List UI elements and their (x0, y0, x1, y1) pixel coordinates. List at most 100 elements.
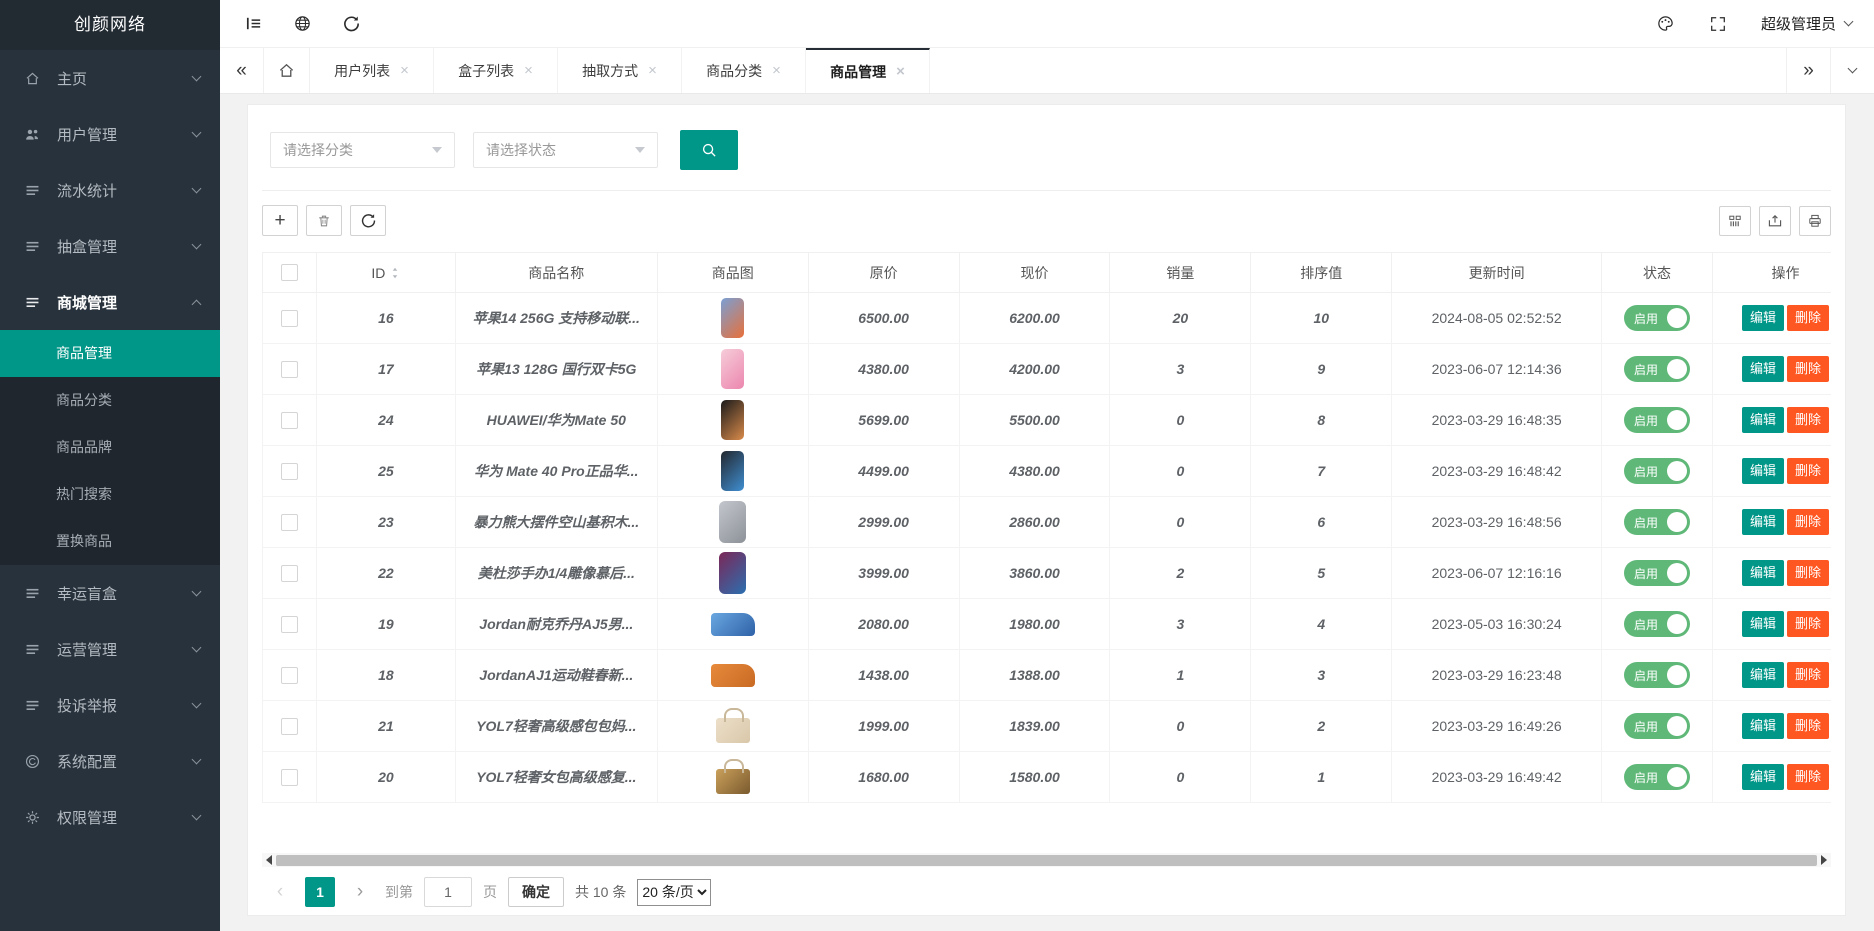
column-header[interactable]: 原价 (808, 253, 959, 293)
refresh-table-button[interactable] (350, 205, 386, 236)
scrollbar-thumb[interactable] (276, 855, 1817, 866)
status-toggle[interactable]: 启用 (1624, 662, 1690, 688)
tabs-scroll-left-button[interactable]: « (220, 48, 264, 93)
row-checkbox[interactable] (281, 310, 298, 327)
column-header[interactable]: 更新时间 (1392, 253, 1602, 293)
column-header[interactable]: 排序值 (1251, 253, 1392, 293)
status-toggle[interactable]: 启用 (1624, 458, 1690, 484)
close-icon[interactable]: × (400, 63, 409, 78)
delete-button[interactable]: 删除 (1787, 713, 1829, 739)
print-button[interactable] (1799, 206, 1831, 236)
edit-button[interactable]: 编辑 (1742, 764, 1784, 790)
row-checkbox[interactable] (281, 565, 298, 582)
tab-home[interactable] (264, 48, 310, 93)
sidebar-subitem[interactable]: 热门搜索 (0, 471, 220, 518)
sidebar-subitem[interactable]: 商品管理 (0, 330, 220, 377)
sidebar-item[interactable]: 商城管理 (0, 274, 220, 330)
next-page-button[interactable]: › (346, 877, 374, 907)
delete-button[interactable]: 删除 (1787, 662, 1829, 688)
row-checkbox[interactable] (281, 514, 298, 531)
tab-item[interactable]: 商品管理× (806, 48, 930, 93)
close-icon[interactable]: × (772, 63, 781, 78)
close-icon[interactable]: × (896, 64, 905, 79)
edit-button[interactable]: 编辑 (1742, 407, 1784, 433)
status-toggle[interactable]: 启用 (1624, 611, 1690, 637)
column-header[interactable]: 商品图 (657, 253, 808, 293)
collapse-menu-icon[interactable] (244, 14, 263, 33)
delete-button[interactable]: 删除 (1787, 458, 1829, 484)
tabs-scroll-right-button[interactable]: » (1786, 48, 1830, 93)
close-icon[interactable]: × (524, 63, 533, 78)
tabs-menu-button[interactable] (1830, 48, 1874, 93)
goto-page-input[interactable] (424, 877, 472, 907)
edit-button[interactable]: 编辑 (1742, 458, 1784, 484)
delete-button[interactable]: 删除 (1787, 407, 1829, 433)
prev-page-button[interactable]: ‹ (266, 877, 294, 907)
column-header[interactable]: 现价 (959, 253, 1110, 293)
column-header[interactable]: 商品名称 (455, 253, 657, 293)
delete-button[interactable]: 删除 (1787, 560, 1829, 586)
row-checkbox[interactable] (281, 667, 298, 684)
row-checkbox[interactable] (281, 769, 298, 786)
edit-button[interactable]: 编辑 (1742, 713, 1784, 739)
edit-button[interactable]: 编辑 (1742, 305, 1784, 331)
select-all-checkbox[interactable] (281, 264, 298, 281)
status-toggle[interactable]: 启用 (1624, 560, 1690, 586)
page-size-select[interactable]: 20 条/页 (637, 879, 711, 906)
edit-button[interactable]: 编辑 (1742, 356, 1784, 382)
search-button[interactable] (680, 130, 738, 170)
sidebar-item[interactable]: 系统配置 (0, 733, 220, 789)
confirm-button[interactable]: 确定 (508, 877, 564, 907)
tab-item[interactable]: 抽取方式× (558, 48, 682, 93)
delete-button[interactable]: 删除 (1787, 356, 1829, 382)
column-header[interactable]: 状态 (1602, 253, 1713, 293)
sidebar-item[interactable]: 用户管理 (0, 106, 220, 162)
sidebar-item[interactable]: 主页 (0, 50, 220, 106)
sidebar-item[interactable]: 幸运盲盒 (0, 565, 220, 621)
sidebar-item[interactable]: 抽盒管理 (0, 218, 220, 274)
close-icon[interactable]: × (648, 63, 657, 78)
scroll-right-arrow-icon[interactable] (1821, 855, 1827, 865)
sidebar-subitem[interactable]: 商品品牌 (0, 424, 220, 471)
sidebar-item[interactable]: 运营管理 (0, 621, 220, 677)
tab-item[interactable]: 盒子列表× (434, 48, 558, 93)
delete-button[interactable]: 删除 (1787, 764, 1829, 790)
columns-filter-button[interactable] (1719, 206, 1751, 236)
status-toggle[interactable]: 启用 (1624, 305, 1690, 331)
batch-delete-button[interactable] (306, 205, 342, 236)
status-select[interactable]: 请选择状态 (473, 132, 658, 168)
status-toggle[interactable]: 启用 (1624, 407, 1690, 433)
column-header[interactable]: 操作 (1713, 253, 1832, 293)
delete-button[interactable]: 删除 (1787, 305, 1829, 331)
add-button[interactable]: + (262, 205, 298, 236)
sidebar-subitem[interactable]: 商品分类 (0, 377, 220, 424)
category-select[interactable]: 请选择分类 (270, 132, 455, 168)
status-toggle[interactable]: 启用 (1624, 764, 1690, 790)
row-checkbox[interactable] (281, 412, 298, 429)
delete-button[interactable]: 删除 (1787, 509, 1829, 535)
edit-button[interactable]: 编辑 (1742, 560, 1784, 586)
current-page-button[interactable]: 1 (305, 877, 335, 907)
edit-button[interactable]: 编辑 (1742, 611, 1784, 637)
sidebar-item[interactable]: 投诉举报 (0, 677, 220, 733)
row-checkbox[interactable] (281, 616, 298, 633)
user-menu[interactable]: 超级管理员 (1761, 13, 1852, 34)
horizontal-scrollbar[interactable] (262, 853, 1831, 867)
row-checkbox[interactable] (281, 463, 298, 480)
sidebar-item[interactable]: 权限管理 (0, 789, 220, 845)
row-checkbox[interactable] (281, 361, 298, 378)
tab-item[interactable]: 商品分类× (682, 48, 806, 93)
edit-button[interactable]: 编辑 (1742, 662, 1784, 688)
fullscreen-icon[interactable] (1709, 15, 1727, 33)
status-toggle[interactable]: 启用 (1624, 356, 1690, 382)
refresh-icon[interactable] (342, 14, 361, 33)
status-toggle[interactable]: 启用 (1624, 713, 1690, 739)
status-toggle[interactable]: 启用 (1624, 509, 1690, 535)
sidebar-item[interactable]: 流水统计 (0, 162, 220, 218)
column-header[interactable]: 销量 (1110, 253, 1251, 293)
delete-button[interactable]: 删除 (1787, 611, 1829, 637)
theme-palette-icon[interactable] (1656, 14, 1675, 33)
export-button[interactable] (1759, 206, 1791, 236)
tab-item[interactable]: 用户列表× (310, 48, 434, 93)
sidebar-subitem[interactable]: 置换商品 (0, 518, 220, 565)
